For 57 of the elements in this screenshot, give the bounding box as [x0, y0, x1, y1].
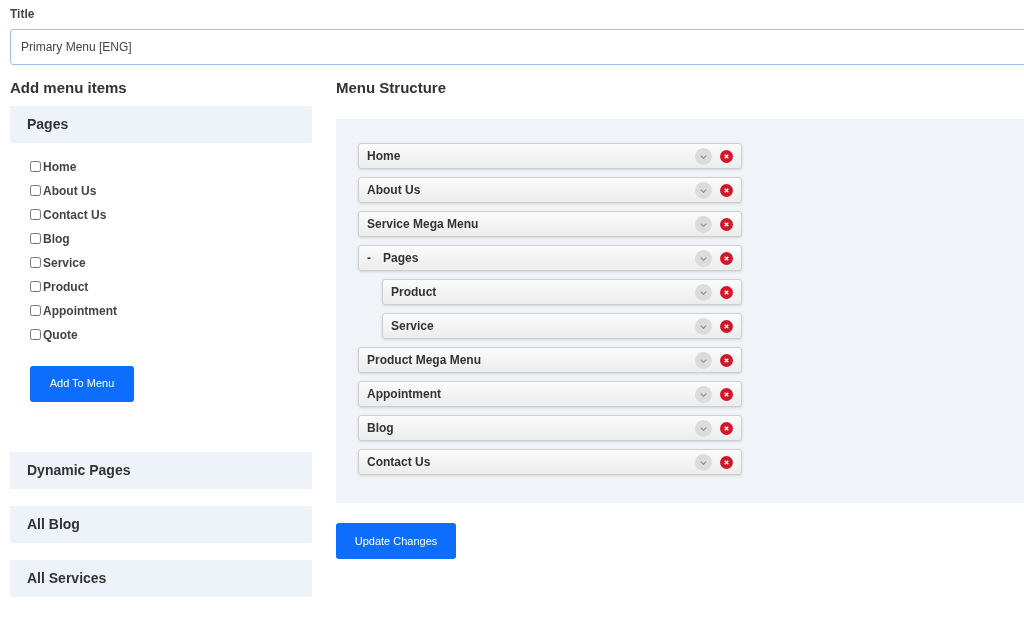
- collapse-toggle[interactable]: -: [367, 249, 371, 267]
- menu-item-label: About Us: [367, 182, 421, 199]
- checkbox-label: About Us: [43, 182, 97, 200]
- delete-icon[interactable]: [720, 149, 733, 163]
- page-checkbox[interactable]: [30, 209, 41, 220]
- page-checkbox[interactable]: [30, 281, 41, 292]
- delete-icon[interactable]: [720, 353, 733, 367]
- page-checkbox[interactable]: [30, 257, 41, 268]
- menu-item-label: Service: [391, 318, 434, 335]
- menu-item-bar[interactable]: - Pages: [358, 245, 742, 271]
- checkbox-label: Appointment: [43, 302, 117, 320]
- add-to-menu-button[interactable]: Add To Menu: [30, 365, 134, 402]
- menu-item-bar[interactable]: Appointment: [358, 381, 742, 407]
- section-heading: Menu Structure: [336, 78, 447, 98]
- menu-item-bar[interactable]: Product: [382, 279, 742, 305]
- section-heading: Add menu items: [10, 78, 128, 98]
- delete-icon[interactable]: [720, 455, 733, 469]
- menu-item-bar[interactable]: About Us: [358, 177, 742, 203]
- checkbox-label: Product: [43, 278, 89, 296]
- page-checkbox[interactable]: [30, 185, 41, 196]
- accordion-header[interactable]: Pages: [10, 105, 312, 143]
- delete-icon[interactable]: [720, 319, 733, 333]
- menu-item-label: Contact Us: [367, 454, 431, 471]
- accordion-header[interactable]: All Blog: [10, 505, 312, 543]
- checkbox-label: Contact Us: [43, 206, 107, 224]
- delete-icon[interactable]: [720, 217, 733, 231]
- page-checkbox[interactable]: [30, 161, 41, 172]
- menu-item-bar[interactable]: Service Mega Menu: [358, 211, 742, 237]
- menu-item-bar[interactable]: Home: [358, 143, 742, 169]
- field-label: Title: [10, 6, 36, 23]
- checkbox-label: Service: [43, 254, 86, 272]
- menu-item-label: Appointment: [367, 386, 441, 403]
- checkbox-label: Quote: [43, 326, 78, 344]
- menu-item-bar[interactable]: Service: [382, 313, 742, 339]
- menu-item-label: Pages: [383, 250, 419, 267]
- page-checkbox[interactable]: [30, 233, 41, 244]
- menu-item-bar[interactable]: Contact Us: [358, 449, 742, 475]
- menu-item-label: Blog: [367, 420, 394, 437]
- menu-item-bar[interactable]: Blog: [358, 415, 742, 441]
- accordion-header[interactable]: Dynamic Pages: [10, 451, 312, 489]
- menu-item-label: Service Mega Menu: [367, 216, 479, 233]
- title-input[interactable]: Primary Menu [ENG]: [10, 29, 1024, 65]
- menu-item-bar[interactable]: Product Mega Menu: [358, 347, 742, 373]
- update-changes-button[interactable]: Update Changes: [336, 523, 456, 559]
- checkbox-label: Home: [43, 158, 77, 176]
- accordion-header[interactable]: All Services: [10, 559, 312, 597]
- menu-item-label: Product: [391, 284, 437, 301]
- checkbox-label: Blog: [43, 230, 70, 248]
- menu-item-label: Product Mega Menu: [367, 352, 481, 369]
- delete-icon[interactable]: [720, 183, 733, 197]
- page-checkbox[interactable]: [30, 305, 41, 316]
- menu-item-label: Home: [367, 148, 401, 165]
- delete-icon[interactable]: [720, 285, 733, 299]
- page-checkbox[interactable]: [30, 329, 41, 340]
- delete-icon[interactable]: [720, 387, 733, 401]
- delete-icon[interactable]: [720, 251, 733, 265]
- delete-icon[interactable]: [720, 421, 733, 435]
